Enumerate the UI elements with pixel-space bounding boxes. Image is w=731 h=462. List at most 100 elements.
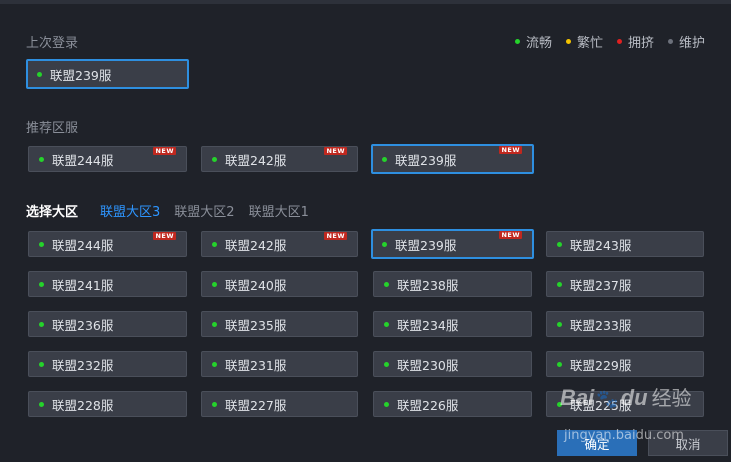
last-login-server[interactable]: 联盟239服 [26, 59, 189, 89]
legend-item-crowded: 拥挤 [616, 32, 654, 51]
server-label: 联盟226服 [397, 397, 459, 413]
red-dot-icon [616, 39, 622, 44]
server-label: 联盟240服 [225, 277, 287, 293]
server-label: 联盟225服 [570, 397, 632, 413]
status-dot-icon [557, 281, 562, 287]
server-label: 联盟241服 [52, 277, 114, 293]
server-button[interactable]: 联盟231服 [201, 351, 358, 377]
server-button[interactable]: 联盟244服 NEW [28, 231, 187, 257]
status-dot-icon [382, 241, 387, 247]
server-button[interactable]: 联盟227服 [201, 391, 358, 417]
server-button[interactable]: 联盟236服 [28, 311, 187, 337]
tab-region-2[interactable]: 联盟大区2 [174, 201, 234, 220]
server-label: 联盟233服 [570, 317, 632, 333]
legend-label: 维护 [678, 36, 705, 51]
status-dot-icon [39, 321, 44, 327]
legend-item-smooth: 流畅 [514, 32, 552, 51]
status-dot-icon [212, 361, 217, 367]
status-dot-icon [212, 321, 217, 327]
server-button[interactable]: 联盟234服 [373, 311, 532, 337]
new-badge: NEW [324, 232, 347, 240]
gray-dot-icon [667, 39, 673, 44]
status-dot-icon [384, 361, 389, 367]
server-label: 联盟227服 [225, 397, 287, 413]
status-dot-icon [39, 241, 44, 247]
legend-label: 拥挤 [627, 36, 654, 51]
server-label: 联盟239服 [395, 152, 457, 168]
server-button[interactable]: 联盟233服 [546, 311, 704, 337]
region-select-label: 选择大区 [26, 205, 79, 220]
server-button[interactable]: 联盟242服 NEW [201, 231, 358, 257]
status-dot-icon [557, 321, 562, 327]
server-button[interactable]: 联盟239服 NEW [371, 229, 534, 259]
status-dot-icon [39, 361, 44, 367]
status-dot-icon [39, 401, 44, 407]
status-dot-icon [212, 156, 217, 162]
legend-item-maintenance: 维护 [667, 32, 705, 51]
tab-region-1[interactable]: 联盟大区1 [249, 201, 309, 220]
server-button[interactable]: 联盟225服 [546, 391, 704, 417]
server-button[interactable]: 联盟243服 [546, 231, 704, 257]
server-button[interactable]: 联盟229服 [546, 351, 704, 377]
confirm-button[interactable]: 确定 [557, 430, 637, 456]
server-label: 联盟232服 [52, 357, 114, 373]
recommended-server[interactable]: 联盟239服 NEW [371, 144, 534, 174]
server-label: 联盟236服 [52, 317, 114, 333]
status-dot-icon [39, 281, 44, 287]
status-dot-icon [212, 241, 217, 247]
legend-label: 流畅 [525, 36, 552, 51]
server-label: 联盟244服 [52, 152, 114, 168]
server-label: 联盟243服 [570, 237, 632, 253]
status-legend: 流畅 繁忙 拥挤 维护 [514, 32, 705, 51]
server-label: 联盟235服 [225, 317, 287, 333]
new-badge: NEW [499, 146, 522, 154]
server-label: 联盟239服 [395, 237, 457, 253]
top-bar [0, 0, 731, 4]
new-badge: NEW [324, 147, 347, 155]
server-button[interactable]: 联盟238服 [373, 271, 532, 297]
server-label: 联盟242服 [225, 152, 287, 168]
green-dot-icon [514, 39, 520, 44]
server-label: 联盟231服 [225, 357, 287, 373]
status-dot-icon [557, 361, 562, 367]
new-badge: NEW [153, 147, 176, 155]
legend-item-busy: 繁忙 [565, 32, 603, 51]
server-button[interactable]: 联盟226服 [373, 391, 532, 417]
status-dot-icon [37, 71, 42, 77]
server-label: 联盟228服 [52, 397, 114, 413]
server-label: 联盟237服 [570, 277, 632, 293]
server-button[interactable]: 联盟232服 [28, 351, 187, 377]
server-button[interactable]: 联盟241服 [28, 271, 187, 297]
tab-region-3[interactable]: 联盟大区3 [100, 201, 160, 220]
server-label: 联盟230服 [397, 357, 459, 373]
cancel-button[interactable]: 取消 [648, 430, 728, 456]
server-label: 联盟234服 [397, 317, 459, 333]
legend-label: 繁忙 [576, 36, 603, 51]
server-button[interactable]: 联盟228服 [28, 391, 187, 417]
recommended-server[interactable]: 联盟242服 NEW [201, 146, 358, 172]
recommended-server[interactable]: 联盟244服 NEW [28, 146, 187, 172]
yellow-dot-icon [565, 39, 571, 44]
new-badge: NEW [499, 231, 522, 239]
server-button[interactable]: 联盟237服 [546, 271, 704, 297]
server-label: 联盟244服 [52, 237, 114, 253]
status-dot-icon [382, 156, 387, 162]
new-badge: NEW [153, 232, 176, 240]
status-dot-icon [384, 281, 389, 287]
recommended-title: 推荐区服 [26, 121, 79, 136]
server-label: 联盟239服 [50, 67, 112, 83]
server-button[interactable]: 联盟230服 [373, 351, 532, 377]
server-button[interactable]: 联盟235服 [201, 311, 358, 337]
status-dot-icon [557, 401, 562, 407]
server-label: 联盟229服 [570, 357, 632, 373]
server-button[interactable]: 联盟240服 [201, 271, 358, 297]
status-dot-icon [384, 401, 389, 407]
status-dot-icon [212, 401, 217, 407]
server-label: 联盟238服 [397, 277, 459, 293]
status-dot-icon [384, 321, 389, 327]
status-dot-icon [557, 241, 562, 247]
region-tabs: 选择大区 联盟大区3 联盟大区2 联盟大区1 [26, 201, 309, 220]
status-dot-icon [39, 156, 44, 162]
server-label: 联盟242服 [225, 237, 287, 253]
status-dot-icon [212, 281, 217, 287]
